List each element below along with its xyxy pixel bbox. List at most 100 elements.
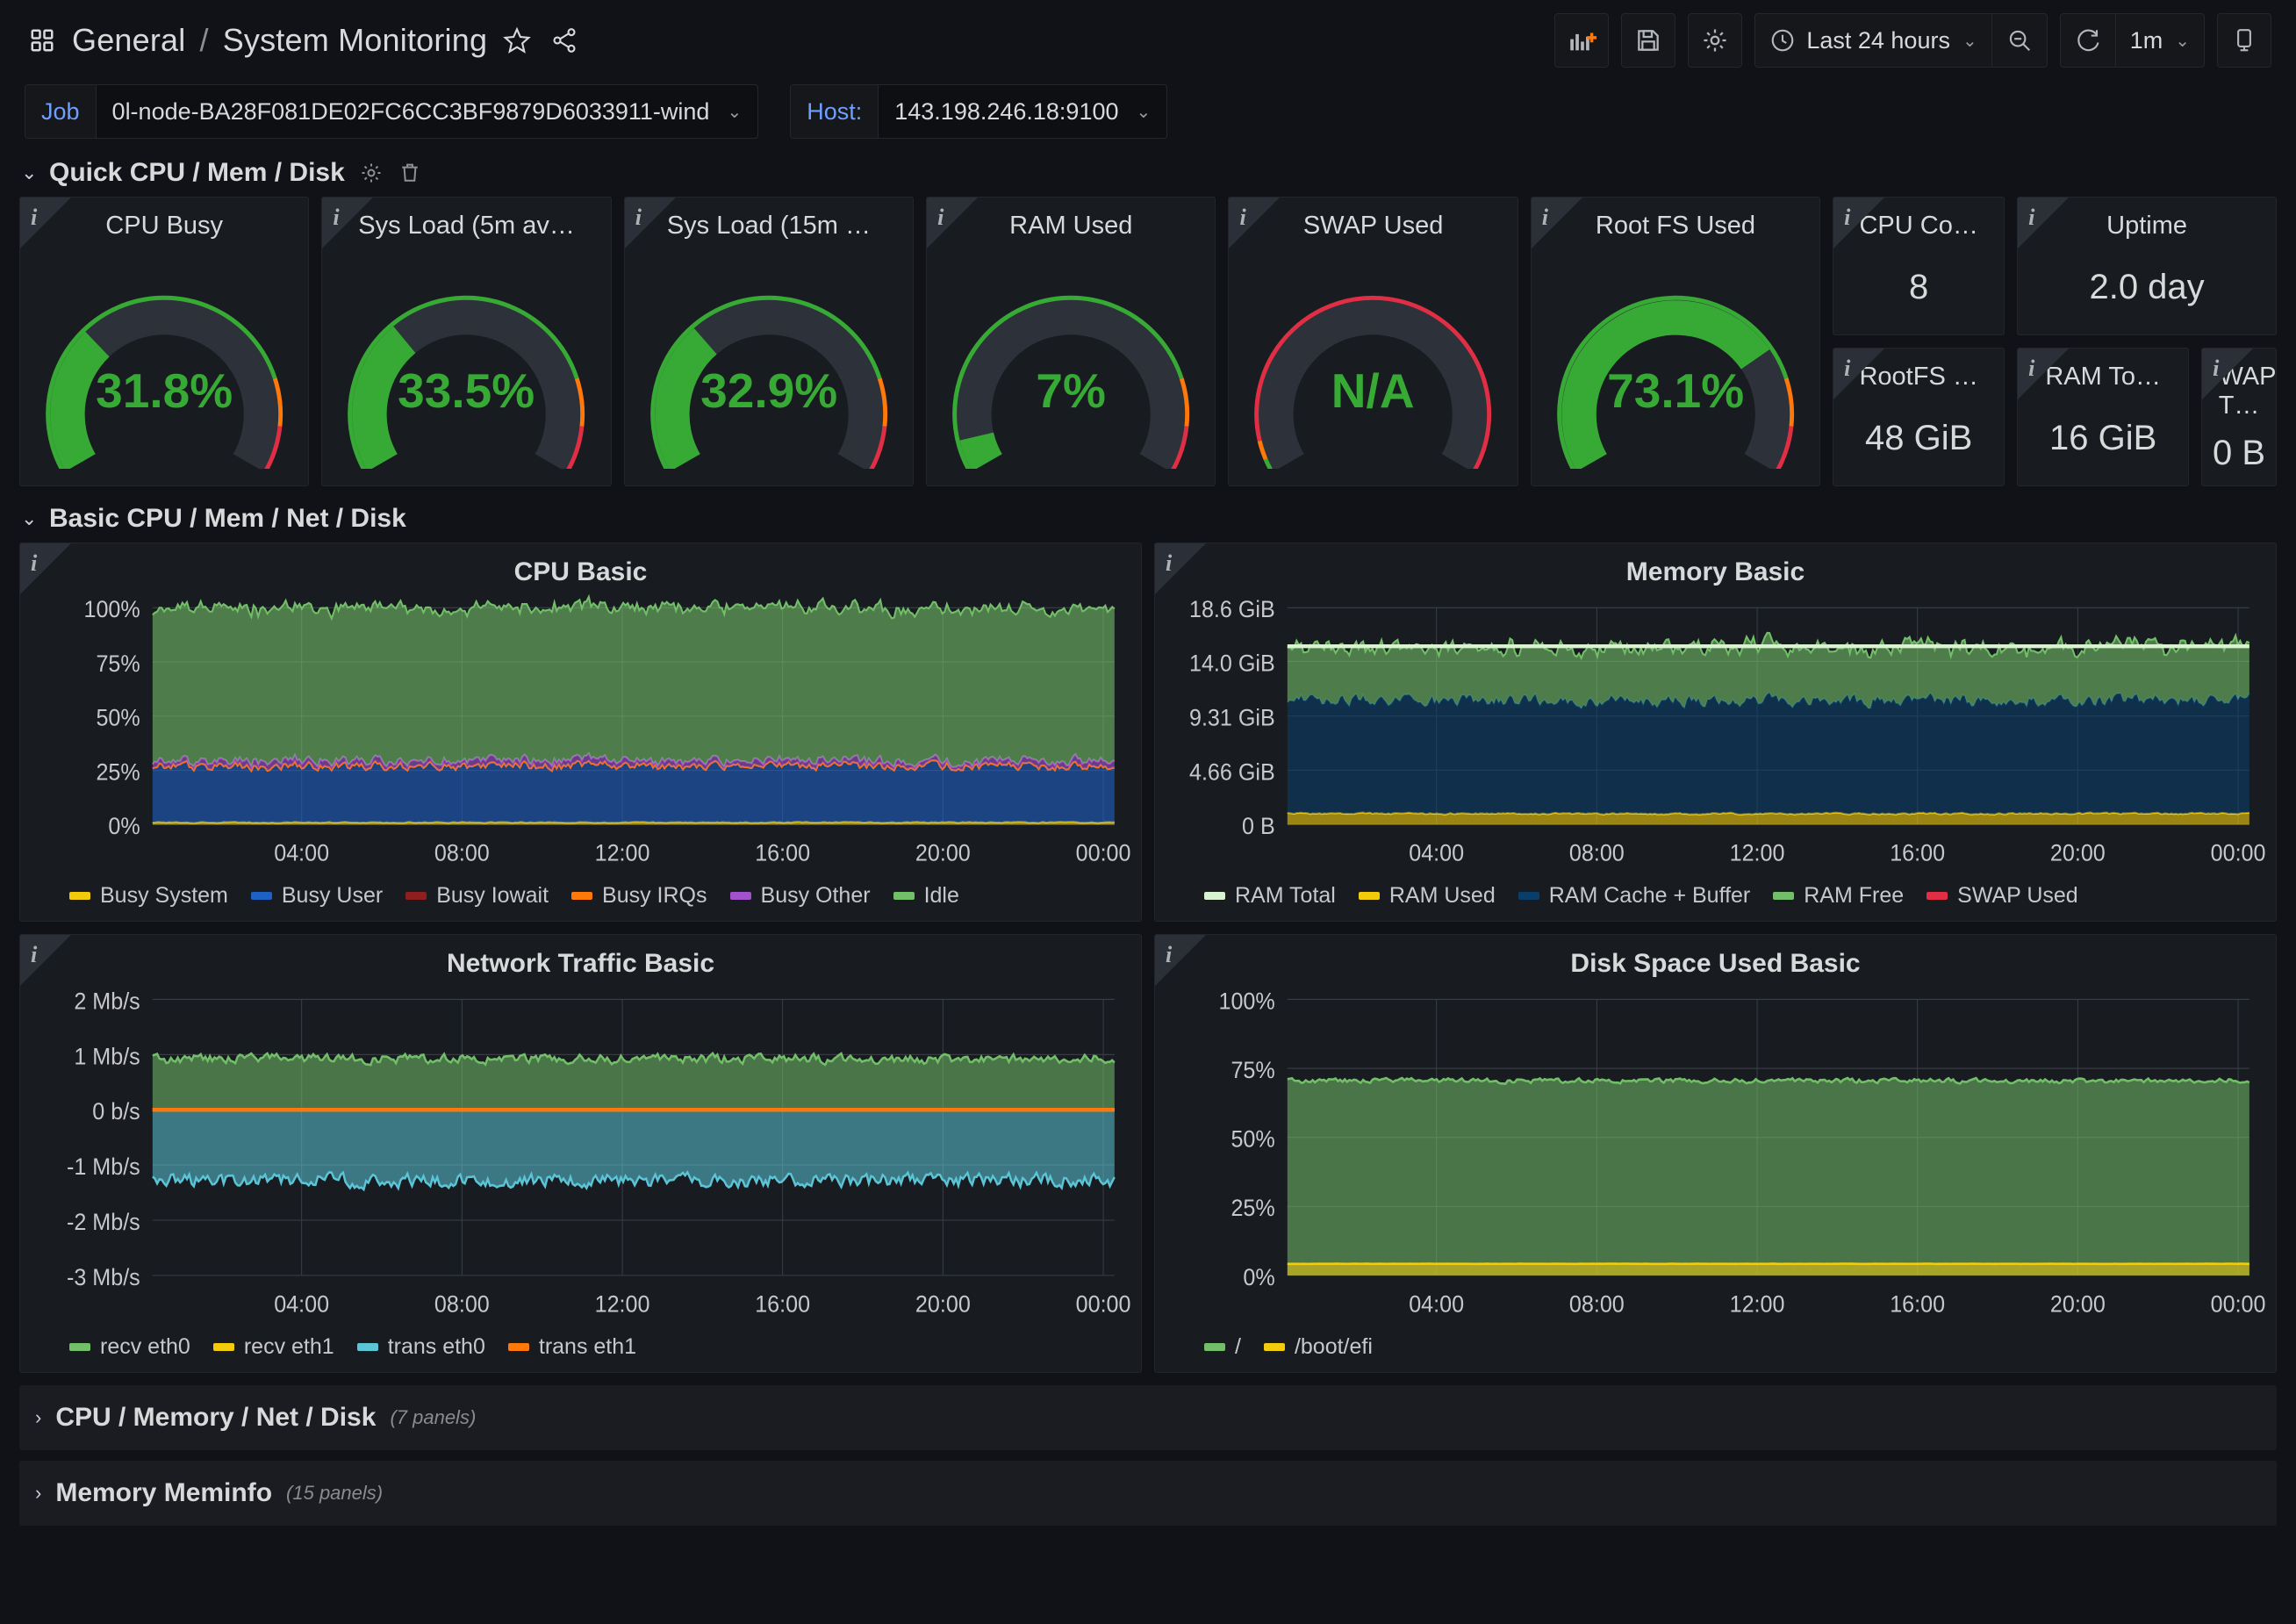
panel-memory-basic[interactable]: i Memory Basic 0 B 4.66 GiB 9.31 GiB 14.0 G… xyxy=(1154,543,2277,922)
svg-text:20:00: 20:00 xyxy=(2050,839,2106,866)
add-panel-button[interactable] xyxy=(1554,13,1610,68)
panel-info-icon[interactable]: i xyxy=(2028,356,2034,382)
breadcrumb-root[interactable]: General xyxy=(72,22,185,59)
save-dashboard-button[interactable] xyxy=(1621,13,1676,68)
row-title-basic: Basic CPU / Mem / Net / Disk xyxy=(49,504,406,533)
panel-info-icon[interactable]: i xyxy=(31,205,37,231)
template-variable-bar: Job 0l-node-BA28F081DE02FC6CC3BF9879D603… xyxy=(0,81,2296,153)
legend-item[interactable]: Idle xyxy=(893,883,959,909)
panel-info-icon[interactable]: i xyxy=(635,205,642,231)
panel-corner-marker xyxy=(2018,349,2070,399)
legend-item[interactable]: Busy Iowait xyxy=(405,883,549,909)
chevron-right-icon: › xyxy=(35,1482,42,1504)
legend-item[interactable]: SWAP Used xyxy=(1926,883,2078,909)
plot-area[interactable]: 0% 25% 50% 75% 100% 04:00 08:00 12:00 16:00 20:00… xyxy=(1155,984,2276,1329)
gauge-panel-ram-used[interactable]: i RAM Used 7% xyxy=(926,197,1216,486)
legend-item[interactable]: trans eth0 xyxy=(356,1334,485,1360)
stat-panel-ram-to[interactable]: i RAM To… 16 GiB xyxy=(2017,348,2190,486)
panel-title: Memory Basic xyxy=(1625,557,1805,586)
legend-item[interactable]: recv eth1 xyxy=(212,1334,334,1360)
legend-item[interactable]: / xyxy=(1204,1334,1241,1360)
row-title: CPU / Memory / Net / Disk xyxy=(55,1403,377,1432)
legend-item[interactable]: Busy System xyxy=(69,883,228,909)
collapsed-row-memory-meminfo[interactable]: › Memory Meminfo (15 panels) xyxy=(19,1461,2277,1526)
panel-info-icon[interactable]: i xyxy=(1844,205,1850,231)
panel-info-icon[interactable]: i xyxy=(2213,356,2219,382)
legend-item[interactable]: /boot/efi xyxy=(1263,1334,1373,1360)
graph-container: i Disk Space Used Basic 0% 25% 50% 75% 100% 0… xyxy=(1155,935,2276,1372)
variable-job-select[interactable]: 0l-node-BA28F081DE02FC6CC3BF9879D6033911… xyxy=(95,84,759,139)
star-icon[interactable] xyxy=(499,23,535,58)
legend-label: / xyxy=(1235,1334,1241,1359)
panel-info-icon[interactable]: i xyxy=(31,942,37,968)
gauge-panel-sys-load-5m-av[interactable]: i Sys Load (5m av… 33.5% xyxy=(321,197,612,486)
panel-info-icon[interactable]: i xyxy=(1166,942,1172,968)
legend-item[interactable]: recv eth0 xyxy=(69,1334,190,1360)
graph-legend: RAM Total RAM Used RAM Cache + Buffer RA… xyxy=(1155,878,2276,921)
legend-color-swatch xyxy=(1926,892,1948,900)
panel-network-traffic-basic[interactable]: i Network Traffic Basic -3 Mb/s -2 Mb/s -1… xyxy=(19,934,1142,1373)
tv-mode-button[interactable] xyxy=(2217,13,2271,68)
panel-info-icon[interactable]: i xyxy=(1166,550,1172,577)
panel-info-icon[interactable]: i xyxy=(1844,356,1850,382)
panel-info-icon[interactable]: i xyxy=(937,205,944,231)
svg-text:04:00: 04:00 xyxy=(1409,839,1464,866)
legend-item[interactable]: RAM Cache + Buffer xyxy=(1518,883,1750,909)
variable-job: Job 0l-node-BA28F081DE02FC6CC3BF9879D603… xyxy=(25,84,759,139)
time-range-picker[interactable]: Last 24 hours ⌄ xyxy=(1755,14,1991,67)
legend-color-swatch xyxy=(507,1343,529,1351)
variable-host-select[interactable]: 143.198.246.18:9100 ⌄ xyxy=(878,84,1168,139)
panel-info-icon[interactable]: i xyxy=(31,550,37,577)
legend-item[interactable]: Busy Other xyxy=(729,883,871,909)
gauge-panel-sys-load-15m[interactable]: i Sys Load (15m … 32.9% xyxy=(623,197,915,486)
svg-text:08:00: 08:00 xyxy=(434,1290,490,1317)
panel-corner-marker xyxy=(1531,198,1582,248)
plot-area[interactable]: -3 Mb/s -2 Mb/s -1 Mb/s 0 b/s 1 Mb/s 2 Mb/s 04… xyxy=(20,984,1141,1329)
gauge-panel-swap-used[interactable]: i SWAP Used N/A xyxy=(1228,197,1518,486)
svg-text:100%: 100% xyxy=(84,595,140,622)
zoom-out-button[interactable] xyxy=(1991,14,2047,67)
svg-text:0 b/s: 0 b/s xyxy=(92,1097,140,1125)
legend-color-swatch xyxy=(69,1343,90,1351)
collapsed-row-cpu-memory-net-disk[interactable]: › CPU / Memory / Net / Disk (7 panels) xyxy=(19,1385,2277,1450)
panel-info-icon[interactable]: i xyxy=(333,205,339,231)
panel-info-icon[interactable]: i xyxy=(1239,205,1245,231)
trash-icon[interactable] xyxy=(398,161,422,185)
gauge-panel-cpu-busy[interactable]: i CPU Busy 31.8% xyxy=(19,197,310,486)
legend-color-swatch xyxy=(1204,892,1225,900)
panel-info-icon[interactable]: i xyxy=(1542,205,1548,231)
plot-area[interactable]: 0 B 4.66 GiB 9.31 GiB 14.0 GiB 18.6 GiB 04:00… xyxy=(1155,593,2276,878)
stat-panel-rootfs[interactable]: i RootFS … 48 GiB xyxy=(1833,348,2005,486)
svg-text:1 Mb/s: 1 Mb/s xyxy=(74,1042,140,1069)
panel-info-icon[interactable]: i xyxy=(2028,205,2034,231)
panel-disk-space-used-basic[interactable]: i Disk Space Used Basic 0% 25% 50% 75% 100% 0… xyxy=(1154,934,2277,1373)
legend-color-swatch xyxy=(893,892,915,900)
refresh-button[interactable] xyxy=(2061,14,2115,67)
legend-item[interactable]: RAM Total xyxy=(1204,883,1336,909)
legend-item[interactable]: RAM Used xyxy=(1358,883,1496,909)
breadcrumb-current[interactable]: System Monitoring xyxy=(223,22,488,59)
row-header-quick[interactable]: ⌄ Quick CPU / Mem / Disk xyxy=(0,153,2296,197)
plot-area[interactable]: 0% 25% 50% 75% 100% 04:00 08:00 12:00 16:00 20:00… xyxy=(20,593,1141,878)
share-icon[interactable] xyxy=(547,23,582,58)
legend-item[interactable]: Busy IRQs xyxy=(571,883,707,909)
row-panel-count: (7 panels) xyxy=(390,1406,477,1428)
legend-item[interactable]: Busy User xyxy=(250,883,383,909)
refresh-interval-picker[interactable]: 1m ⌄ xyxy=(2114,14,2204,67)
dashboard-settings-button[interactable] xyxy=(1688,13,1743,68)
breadcrumb-separator: / xyxy=(199,22,209,58)
row-panel-count: (15 panels) xyxy=(286,1482,384,1504)
panel-cpu-basic[interactable]: i CPU Basic 0% 25% 50% 75% 100% 04:00 08:00 12:… xyxy=(19,543,1142,922)
stat-panel-cpu-co[interactable]: i CPU Co… 8 xyxy=(1833,197,2005,335)
row-header-basic[interactable]: ⌄ Basic CPU / Mem / Net / Disk xyxy=(0,499,2296,543)
stat-panel-uptime[interactable]: i Uptime 2.0 day xyxy=(2017,197,2277,335)
top-navigation-bar: General / System Monitoring Last 24 hour… xyxy=(0,0,2296,81)
chevron-right-icon: › xyxy=(35,1406,42,1428)
gauge-panel-root-fs-used[interactable]: i Root FS Used 73.1% xyxy=(1530,197,1821,486)
gear-icon[interactable] xyxy=(359,161,384,185)
row-title: Memory Meminfo xyxy=(55,1478,273,1507)
legend-item[interactable]: trans eth1 xyxy=(507,1334,636,1360)
legend-item[interactable]: RAM Free xyxy=(1773,883,1904,909)
legend-label: RAM Total xyxy=(1235,883,1336,908)
stat-panel-swap-t[interactable]: i SWAP T… 0 B xyxy=(2201,348,2277,486)
